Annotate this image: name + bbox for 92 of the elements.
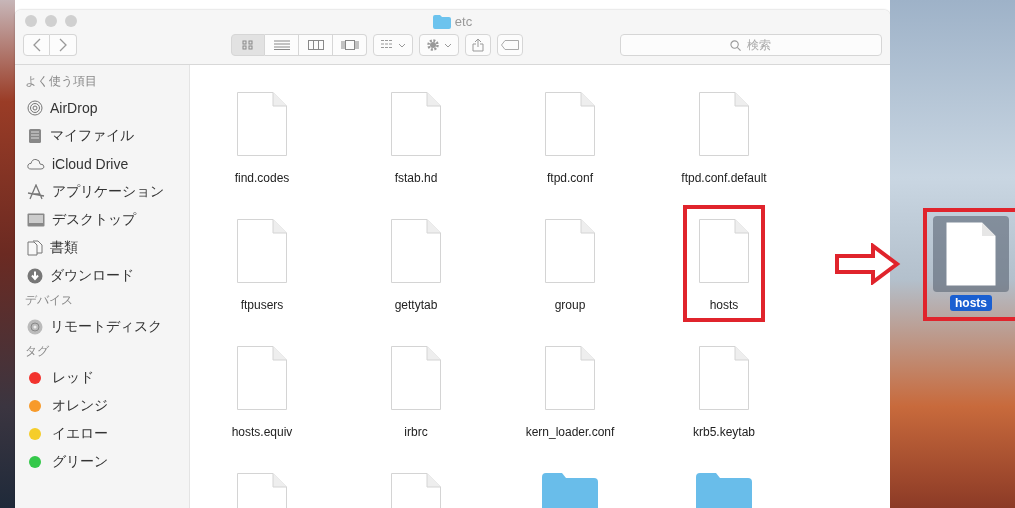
cloud-icon	[27, 158, 45, 170]
disc-icon	[27, 319, 43, 335]
file-name: group	[554, 298, 586, 312]
list-icon	[273, 40, 290, 50]
sidebar-item[interactable]: グリーン	[25, 448, 189, 476]
sidebar-item[interactable]: マイファイル	[25, 122, 189, 150]
file-name: fstab.hd	[394, 171, 438, 185]
sidebar-item[interactable]: 書類	[25, 234, 189, 262]
document-icon[interactable]	[545, 346, 595, 410]
sidebar-item[interactable]: ダウンロード	[25, 262, 189, 290]
folder-icon[interactable]	[542, 473, 598, 508]
sidebar-item-label: iCloud Drive	[52, 156, 129, 172]
grid-icon	[380, 40, 394, 50]
view-button[interactable]	[231, 34, 265, 56]
gear-icon	[426, 38, 440, 52]
document-icon[interactable]	[699, 346, 749, 410]
file-name: kern_loader.conf	[525, 425, 615, 439]
sidebar-heading: デバイス	[25, 292, 74, 309]
download-icon	[27, 268, 43, 284]
sidebar-item-label: デスクトップ	[52, 211, 136, 229]
file-name: find.codes	[234, 171, 290, 185]
sidebar-item[interactable]: AirDrop	[25, 94, 189, 122]
document-icon[interactable]	[699, 219, 749, 283]
document-icon[interactable]	[391, 92, 441, 156]
folder-icon	[432, 14, 451, 29]
forward-button[interactable]	[50, 34, 77, 56]
close-button[interactable]	[25, 15, 37, 27]
document-icon[interactable]	[545, 219, 595, 283]
sidebar-item-label: マイファイル	[50, 127, 134, 145]
tag-icon	[500, 40, 519, 50]
view-button[interactable]	[265, 34, 299, 56]
documents-icon	[27, 240, 43, 256]
caret-icon	[444, 42, 452, 48]
document-icon[interactable]	[237, 219, 287, 283]
sidebar-item[interactable]: リモートディスク	[25, 313, 189, 341]
folder-icon[interactable]	[696, 473, 752, 508]
minimize-button[interactable]	[45, 15, 57, 27]
compass-letter-icon	[27, 184, 45, 200]
action-button[interactable]	[419, 34, 459, 56]
search-field[interactable]: 検索	[620, 34, 882, 56]
arrange-button[interactable]	[373, 34, 413, 56]
tag-button[interactable]	[496, 34, 523, 56]
view-button[interactable]	[333, 34, 367, 56]
sidebar-item-label: ダウンロード	[50, 267, 134, 285]
sidebar-item-label: グリーン	[52, 453, 108, 471]
file-name: gettytab	[394, 298, 438, 312]
zoom-button[interactable]	[65, 15, 77, 27]
file-name: hosts	[709, 298, 739, 312]
sidebar-heading: タグ	[25, 343, 50, 360]
sidebar-item-label: AirDrop	[50, 100, 98, 116]
view-button[interactable]	[299, 34, 333, 56]
sidebar-heading: よく使う項目	[25, 73, 98, 90]
share-button[interactable]	[465, 34, 491, 56]
desktop-icon	[27, 213, 45, 227]
sidebar-item[interactable]: イエロー	[25, 420, 189, 448]
sidebar-item[interactable]: アプリケーション	[25, 178, 189, 206]
caret-icon	[398, 42, 406, 48]
columns-icon	[307, 40, 324, 50]
file-name[interactable]: hosts	[950, 295, 992, 311]
sidebar-item-label: 書類	[50, 239, 78, 257]
sidebar-item-label: アプリケーション	[52, 183, 164, 201]
file-name: ftpd.conf	[547, 171, 593, 185]
sidebar-item[interactable]: オレンジ	[25, 392, 189, 420]
document-icon[interactable]	[391, 219, 441, 283]
file-name: ftpd.conf.default	[681, 171, 767, 185]
search-icon	[730, 40, 741, 51]
file-name: ftpusers	[240, 298, 284, 312]
chevron-right-icon	[59, 38, 67, 52]
grid-icon	[242, 40, 254, 50]
file-cabinet-icon	[27, 128, 43, 144]
airdrop-icon	[27, 100, 43, 116]
sidebar-item[interactable]: iCloud Drive	[25, 150, 189, 178]
sidebar-item-label: イエロー	[52, 425, 108, 443]
share-icon	[471, 38, 484, 52]
file-name: hosts.equiv	[231, 425, 293, 439]
back-button[interactable]	[23, 34, 50, 56]
document-icon[interactable]	[699, 92, 749, 156]
document-icon[interactable]	[391, 346, 441, 410]
file-name: krb5.keytab	[692, 425, 755, 439]
chevron-left-icon	[32, 38, 41, 52]
cover-flow-icon	[340, 40, 359, 50]
document-icon[interactable]	[237, 346, 287, 410]
document-icon[interactable]	[933, 216, 1009, 292]
sidebar-item[interactable]: レッド	[25, 364, 189, 392]
sidebar-item-label: リモートディスク	[50, 318, 162, 336]
file-name: irbrc	[404, 425, 428, 439]
sidebar-item[interactable]: デスクトップ	[25, 206, 189, 234]
document-icon[interactable]	[237, 92, 287, 156]
document-icon[interactable]	[545, 92, 595, 156]
window-title: etc	[454, 14, 473, 29]
sidebar-item-label: レッド	[52, 369, 94, 387]
sidebar-item-label: オレンジ	[52, 397, 108, 415]
